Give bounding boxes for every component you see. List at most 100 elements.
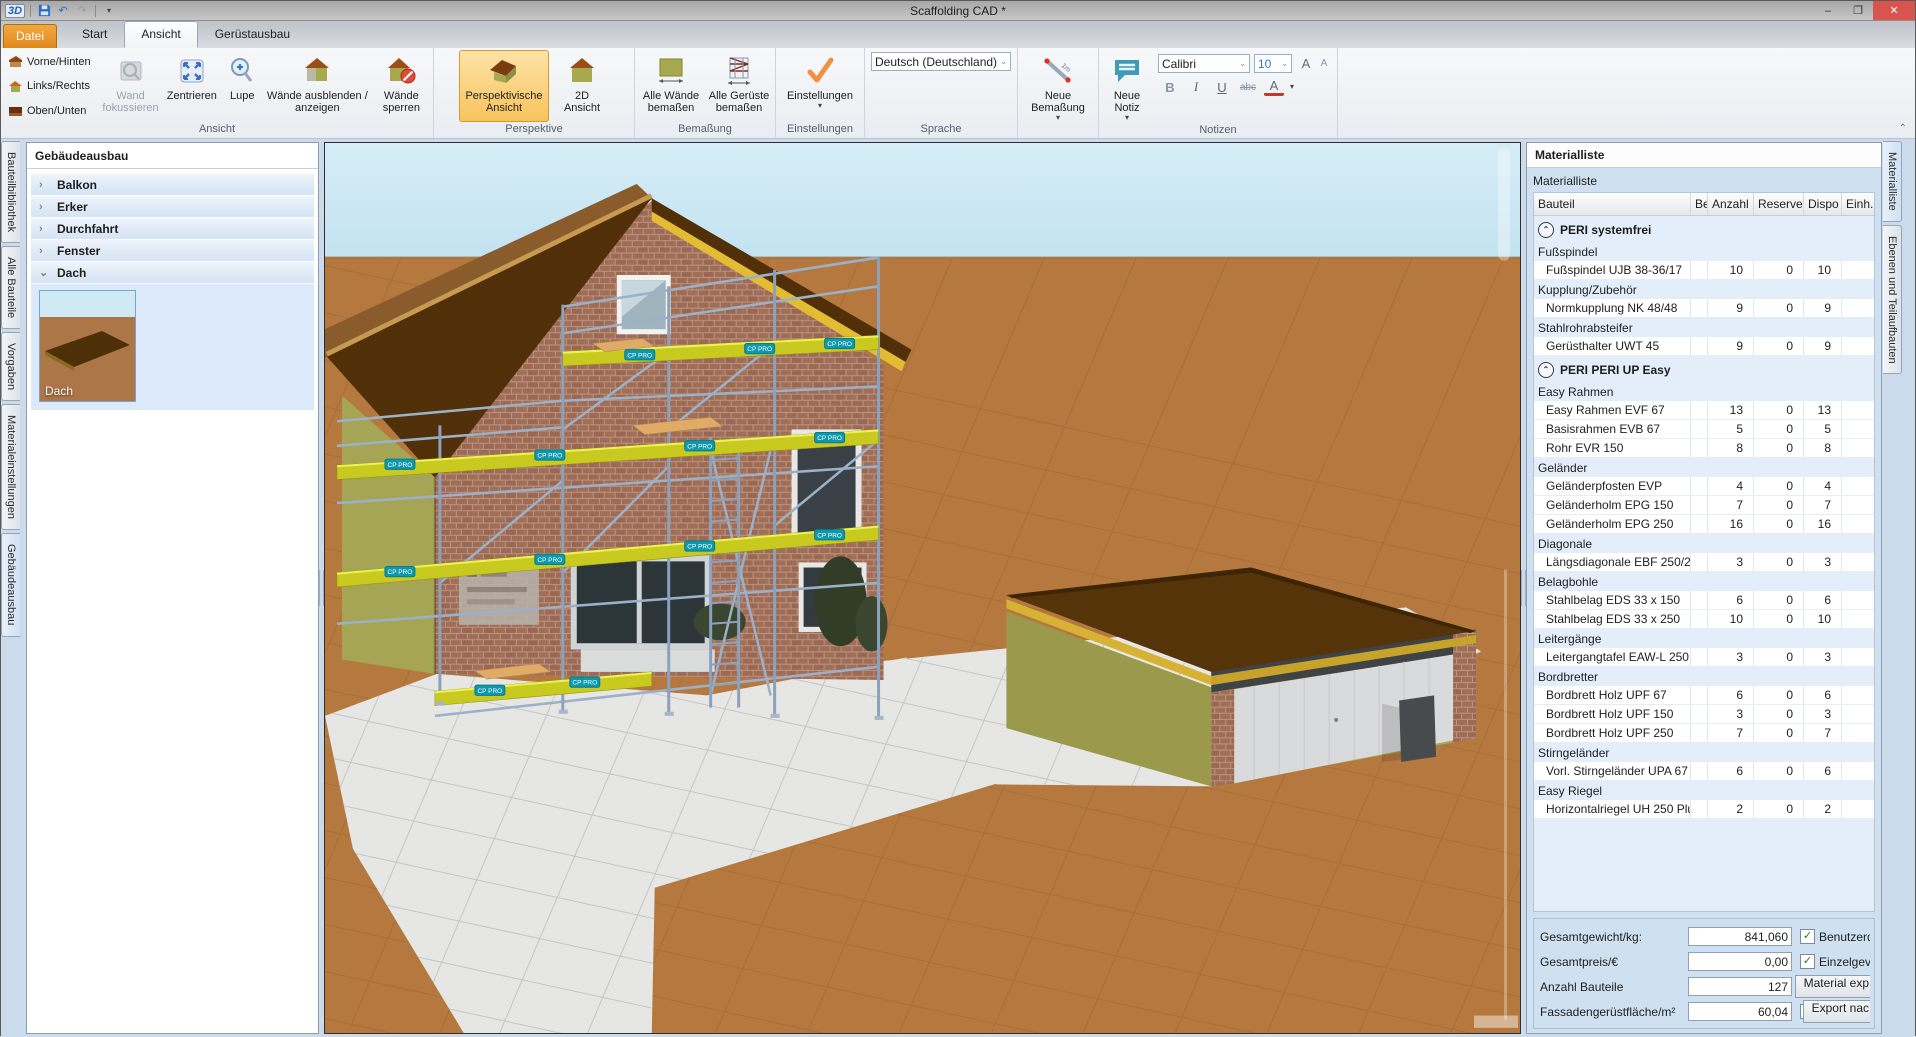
cell-einh [1842,800,1874,818]
table-row[interactable]: Basisrahmen EVB 67 5 0 5 [1534,420,1874,439]
accordion-balkon[interactable]: › Balkon [31,174,314,196]
cell-anzahl: 6 [1708,686,1754,704]
dimension-scaffolds-button[interactable]: Alle Gerüste bemaßen [706,50,772,122]
sidebar-tab-vorgaben[interactable]: Vorgaben [1,332,20,402]
panel-title: Materialliste [1527,143,1881,168]
view-left-right-button[interactable]: Links/Rechts [6,77,97,96]
chevron-down-icon: ⌄ [1281,59,1288,68]
cell-reserve: 0 [1754,800,1804,818]
table-row[interactable]: Vorl. Stirngeländer UPA 67 6 0 6 [1534,762,1874,781]
font-color-button[interactable]: A [1264,79,1284,96]
column-dispo[interactable]: Dispo [1804,193,1842,215]
underline-button[interactable]: U [1212,78,1232,96]
collapse-chevron-icon[interactable]: ⌃ [1538,222,1554,238]
material-group-header[interactable]: ⌃ PERI PERI UP Easy [1534,356,1874,382]
focus-wall-button[interactable]: Wand fokussieren [100,50,161,122]
lock-walls-button[interactable]: Wände sperren [373,50,430,122]
sidebar-tab-alle-bauteile[interactable]: Alle Bauteile [1,246,20,330]
table-row[interactable]: Leitergangtafel EAW-L 250 3 0 3 [1534,648,1874,667]
brand-badge-text: CP PRO [537,557,562,564]
font-name-combo[interactable]: Calibri ⌄ [1158,54,1250,73]
grow-font-button[interactable]: A [1296,55,1316,73]
table-row[interactable]: Stahlbelag EDS 33 x 250 10 0 10 [1534,610,1874,629]
font-size-combo[interactable]: 10 ⌄ [1254,54,1292,73]
accordion-erker[interactable]: › Erker [31,196,314,218]
summary-action-button[interactable]: Export nac [1802,1000,1870,1023]
table-row[interactable]: Geländerpfosten EVP 4 0 4 [1534,477,1874,496]
tab-ansicht[interactable]: Ansicht [124,21,198,48]
right-tab-materialliste[interactable]: Materialliste [1883,141,1902,222]
table-row[interactable]: Easy Rahmen EVF 67 13 0 13 [1534,401,1874,420]
material-group-header[interactable]: ⌃ PERI systemfrei [1534,216,1874,242]
table-row[interactable]: Normkupplung NK 48/48 9 0 9 [1534,299,1874,318]
sidebar-tab-gebaeudeausbau[interactable]: Gebäudeausbau [1,533,20,637]
perspective-view-button[interactable]: Perspektivische Ansicht [459,50,549,122]
group-label-bemassung: Bemaßung [678,123,732,135]
table-row[interactable]: Horizontalriegel UH 250 Plus 2 0 2 [1534,800,1874,819]
tab-geruestausbau[interactable]: Gerüstausbau [198,21,307,48]
shrink-font-button[interactable]: A [1314,55,1334,73]
view-front-back-button[interactable]: Vorne/Hinten [6,52,97,71]
table-row[interactable]: Geländerholm EPG 150 7 0 7 [1534,496,1874,515]
summary-value-input[interactable] [1688,1002,1792,1021]
column-be[interactable]: Be [1691,193,1708,215]
new-note-button[interactable]: Neue Notiz ▾ [1102,50,1152,123]
close-button[interactable]: ✕ [1873,1,1915,20]
summary-value-input[interactable] [1688,977,1792,996]
restore-button[interactable]: ❐ [1843,1,1873,20]
bold-button[interactable]: B [1160,78,1180,96]
dach-thumbnail[interactable]: Dach [39,290,136,402]
summary-value-input[interactable] [1688,952,1792,971]
strikethrough-button[interactable]: abc [1238,78,1258,96]
table-row[interactable]: Stahlbelag EDS 33 x 150 6 0 6 [1534,591,1874,610]
cell-dispo: 6 [1804,591,1842,609]
dimension-walls-button[interactable]: Alle Wände bemaßen [638,50,704,122]
hide-show-walls-button[interactable]: Wände ausblenden / anzeigen [263,50,372,122]
table-row[interactable]: Gerüsthalter UWT 45 9 0 9 [1534,337,1874,356]
settings-button[interactable]: Einstellungen ▾ [779,50,861,122]
table-row[interactable]: Rohr EVR 150 8 0 8 [1534,439,1874,458]
column-einh[interactable]: Einh. [1842,193,1874,215]
right-tab-ebenen[interactable]: Ebenen und Teilaufbauten [1883,224,1902,375]
sidebar-tab-materialeinstellungen[interactable]: Materialeinstellungen [1,404,20,531]
table-row[interactable]: Bordbrett Holz UPF 67 6 0 6 [1534,686,1874,705]
top-bottom-icon [9,107,22,116]
italic-button[interactable]: I [1186,78,1206,96]
magnifier-button[interactable]: Lupe [222,50,262,122]
ribbon-group-neue-bemassung: 1m Neue Bemaßung ▾ [1018,48,1099,138]
accordion-durchfahrt[interactable]: › Durchfahrt [31,218,314,240]
3d-viewport[interactable]: CP PRO CP PRO CP PRO CP PRO CP PRO CP PRO CP P… [324,142,1521,1034]
new-dimension-button[interactable]: 1m Neue Bemaßung ▾ [1021,50,1095,123]
summary-value-input[interactable] [1688,927,1792,946]
collapse-chevron-icon[interactable]: ⌃ [1538,362,1554,378]
language-dropdown[interactable]: Deutsch (Deutschland) ⌄ [871,52,1011,71]
collapse-ribbon-icon[interactable]: ⌃ [1899,123,1907,134]
center-button[interactable]: Zentrieren [162,50,221,122]
column-reserve[interactable]: Reserve [1754,193,1804,215]
column-anzahl[interactable]: Anzahl [1708,193,1754,215]
view-top-bottom-button[interactable]: Oben/Unten [6,101,97,120]
cell-be [1691,724,1708,742]
accordion-dach[interactable]: ⌄ Dach [31,262,314,284]
tab-start[interactable]: Start [65,21,124,48]
table-row[interactable]: Fußspindel UJB 38-36/17 10 0 10 [1534,261,1874,280]
table-row[interactable]: Geländerholm EPG 250 16 0 16 [1534,515,1874,534]
accordion-fenster[interactable]: › Fenster [31,240,314,262]
table-row[interactable]: Längsdiagonale EBF 250/200 3 0 3 [1534,553,1874,572]
tab-datei[interactable]: Datei [3,24,58,48]
sidebar-tab-bauteilbibliothek[interactable]: Bauteilbibliothek [1,141,20,244]
column-bauteil[interactable]: Bauteil [1534,193,1691,215]
table-row[interactable]: Bordbrett Holz UPF 150 3 0 3 [1534,705,1874,724]
2d-view-button[interactable]: 2D Ansicht [555,50,609,122]
checkbox-icon[interactable]: ✓ [1800,929,1815,944]
minimize-button[interactable]: – [1813,1,1843,20]
cell-bauteil: Geländerholm EPG 150 [1534,496,1691,514]
cell-anzahl: 4 [1708,477,1754,495]
magnifier-icon [227,54,257,88]
summary-action-button[interactable]: Material exp [1794,975,1870,998]
checkbox-icon[interactable]: ✓ [1800,954,1815,969]
cell-bauteil: Vorl. Stirngeländer UPA 67 [1534,762,1691,780]
left-tab-strip: Bauteilbibliothek Alle Bauteile Vorgaben… [1,139,23,1037]
zoom-slider[interactable] [1498,148,1511,261]
table-row[interactable]: Bordbrett Holz UPF 250 7 0 7 [1534,724,1874,743]
